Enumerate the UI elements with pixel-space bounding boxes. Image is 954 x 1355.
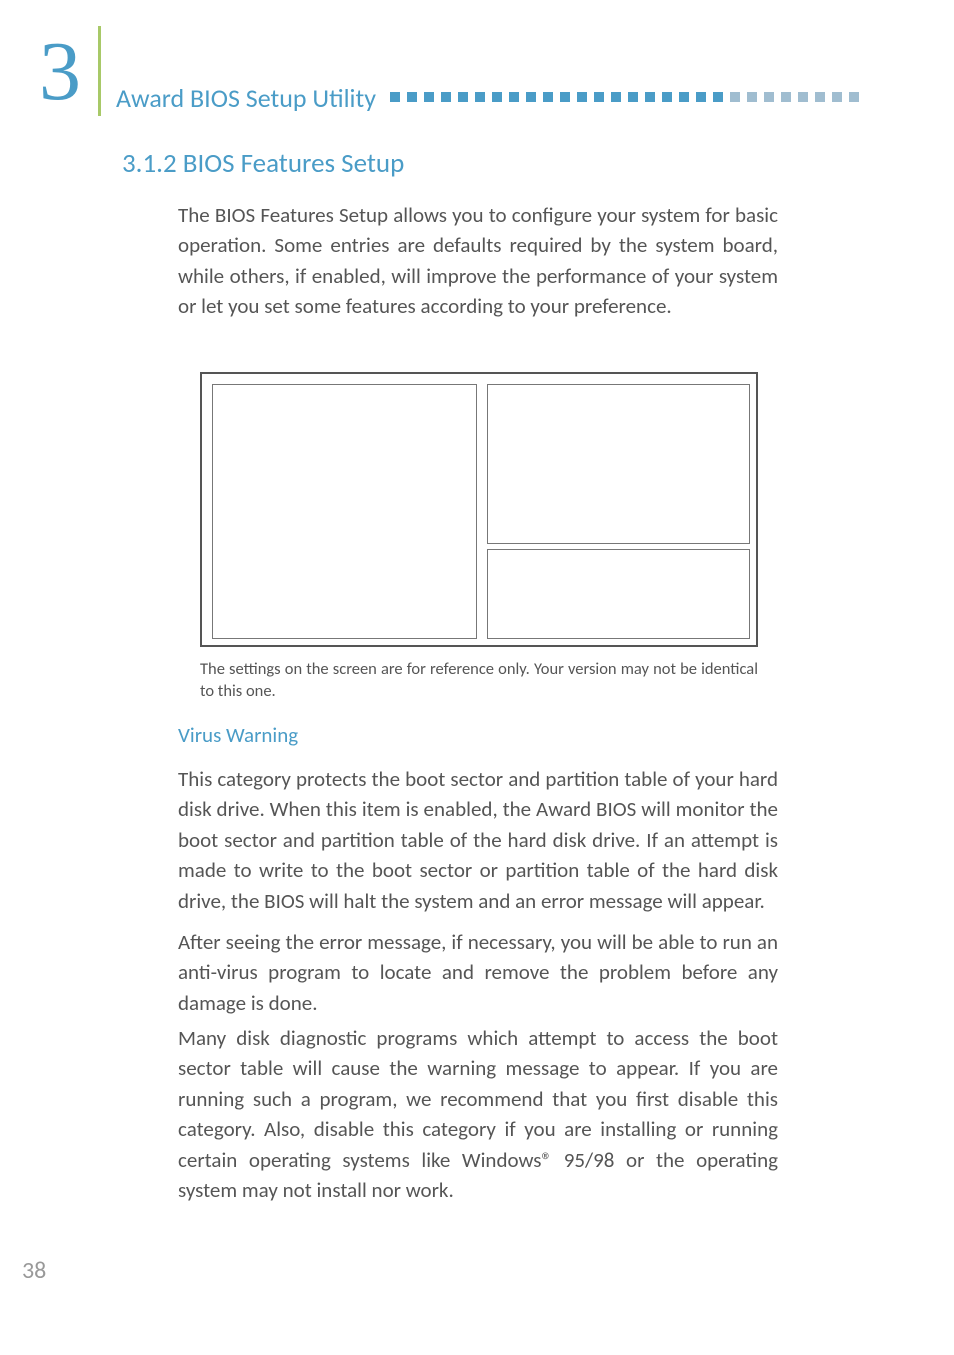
- body-paragraph-virus1: This category protects the boot sector a…: [178, 764, 778, 916]
- page-number: 38: [22, 1256, 46, 1285]
- figure-panel-right-top: [487, 384, 750, 544]
- figure-panel-right-bottom: [487, 549, 750, 639]
- chapter-title: Award BIOS Setup Utility: [116, 82, 376, 114]
- header-dots: [390, 92, 859, 102]
- figure-panel-left: [212, 384, 477, 639]
- body-paragraph-intro: The BIOS Features Setup allows you to co…: [178, 200, 778, 322]
- sub-heading-virus-warning: Virus Warning: [178, 722, 298, 748]
- body-paragraph-virus2: After seeing the error message, if neces…: [178, 927, 778, 1018]
- bios-screenshot-placeholder: [200, 372, 758, 647]
- section-heading: 3.1.2 BIOS Features Setup: [122, 147, 404, 180]
- figure-caption: The settings on the screen are for refer…: [200, 658, 758, 703]
- body-paragraph-virus3: Many disk diagnostic programs which atte…: [178, 1023, 778, 1206]
- chapter-divider: [98, 26, 101, 116]
- chapter-number: 3: [39, 30, 81, 114]
